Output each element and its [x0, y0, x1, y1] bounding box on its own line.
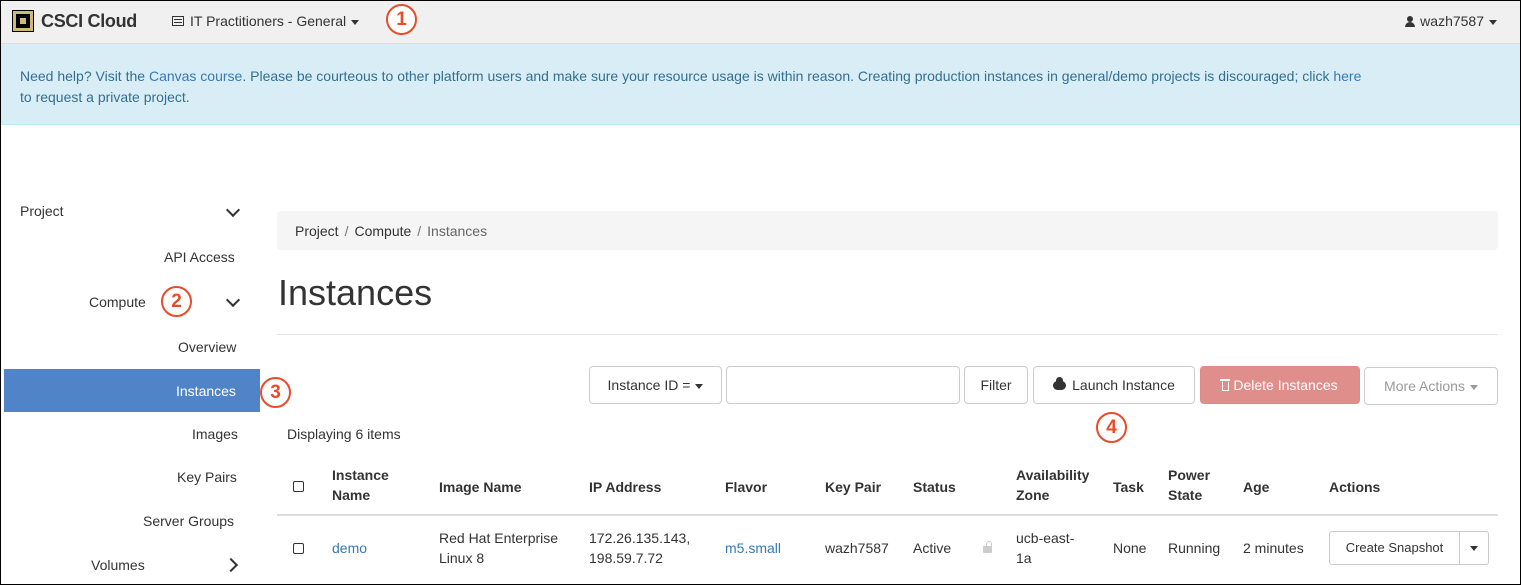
delete-instances-label: Delete Instances — [1233, 377, 1338, 393]
col-header-image-name[interactable]: Image Name — [439, 477, 521, 497]
cloud-upload-icon — [1053, 377, 1067, 390]
sidebar-item-images[interactable]: Images — [192, 426, 238, 442]
age-cell: 2 minutes — [1243, 540, 1304, 556]
col-header-flavor[interactable]: Flavor — [725, 477, 767, 497]
user-icon — [1405, 16, 1416, 27]
sidebar-item-volumes[interactable]: Volumes — [91, 557, 145, 573]
callout-3: 3 — [260, 377, 291, 408]
col-header-instance-name-line1: Instance — [332, 467, 389, 483]
project-selector-label: IT Practitioners - General — [190, 13, 347, 29]
task-cell: None — [1113, 540, 1147, 556]
callout-4: 4 — [1096, 412, 1127, 443]
private-project-link[interactable]: here — [1333, 68, 1361, 84]
col-header-power-state-line2: State — [1168, 487, 1203, 503]
col-header-task[interactable]: Task — [1113, 477, 1144, 497]
create-snapshot-button[interactable]: Create Snapshot — [1329, 531, 1460, 565]
trash-icon — [1220, 379, 1231, 391]
sidebar-item-api-access[interactable]: API Access — [164, 249, 235, 265]
caret-down-icon — [351, 19, 360, 25]
col-header-availability-zone-line2: Zone — [1016, 487, 1050, 503]
sidebar-item-overview[interactable]: Overview — [178, 339, 236, 355]
col-header-power-state-line1: Power — [1168, 467, 1211, 483]
table-header-divider — [277, 514, 1498, 516]
row-actions-dropdown[interactable] — [1459, 531, 1489, 565]
availability-zone-cell: ucb-east- 1a — [1016, 528, 1074, 568]
col-header-key-pair[interactable]: Key Pair — [825, 477, 881, 497]
launch-instance-label: Launch Instance — [1072, 377, 1175, 393]
ip-address-line1: 172.26.135.143, — [589, 530, 691, 546]
unlock-icon — [983, 541, 992, 553]
ip-address-line2: 198.59.7.72 — [589, 550, 663, 566]
breadcrumb-project[interactable]: Project — [295, 223, 339, 239]
col-header-status[interactable]: Status — [913, 477, 956, 497]
sidebar-item-instances[interactable]: Instances — [176, 383, 236, 399]
image-name-cell: Red Hat Enterprise Linux 8 — [439, 528, 558, 568]
filter-input[interactable] — [726, 366, 960, 404]
help-banner: Need help? Visit the Canvas course. Plea… — [0, 44, 1521, 125]
title-divider — [277, 334, 1498, 335]
chevron-right-icon[interactable] — [223, 557, 239, 573]
filter-field-label: Instance ID = — [607, 377, 691, 393]
power-state-cell: Running — [1168, 540, 1221, 556]
chevron-down-icon[interactable] — [225, 202, 241, 218]
instance-name-link[interactable]: demo — [332, 540, 367, 556]
launch-instance-button[interactable]: Launch Instance — [1033, 366, 1195, 404]
status-cell: Active — [913, 540, 952, 556]
sidebar-item-project[interactable]: Project — [20, 203, 64, 219]
banner-text-middle: . Please be courteous to other platform … — [242, 68, 1334, 84]
row-select-checkbox[interactable] — [293, 543, 304, 554]
ip-address-cell: 172.26.135.143, 198.59.7.72 — [589, 528, 690, 568]
col-header-instance-name[interactable]: Instance Name — [332, 465, 389, 505]
caret-down-icon — [695, 383, 704, 389]
cu-logo-icon — [12, 10, 34, 32]
chevron-down-icon[interactable] — [225, 292, 241, 308]
breadcrumb-compute[interactable]: Compute — [354, 223, 411, 239]
user-menu[interactable]: wazh7587 — [1405, 13, 1497, 29]
caret-down-icon — [1469, 384, 1478, 390]
col-header-ip-address[interactable]: IP Address — [589, 477, 661, 497]
col-header-availability-zone-line1: Availability — [1016, 467, 1090, 483]
caret-down-icon — [1470, 546, 1478, 552]
availability-zone-line1: ucb-east- — [1016, 530, 1075, 546]
brand-title[interactable]: CSCI Cloud — [41, 11, 137, 32]
sidebar-item-compute[interactable]: Compute — [89, 294, 146, 310]
callout-1: 1 — [386, 4, 417, 35]
delete-instances-button[interactable]: Delete Instances — [1200, 366, 1360, 404]
item-count: Displaying 6 items — [287, 426, 401, 442]
col-header-actions: Actions — [1329, 479, 1381, 495]
key-pair-cell: wazh7587 — [825, 540, 889, 556]
filter-button[interactable]: Filter — [964, 366, 1028, 404]
breadcrumb-instances: Instances — [427, 223, 488, 239]
top-navbar: CSCI Cloud IT Practitioners - General wa… — [0, 0, 1521, 44]
col-header-availability-zone[interactable]: Availability Zone — [1016, 465, 1089, 505]
callout-2: 2 — [161, 286, 192, 317]
banner-text-prefix: Need help? Visit the — [20, 68, 149, 84]
sidebar-item-key-pairs[interactable]: Key Pairs — [177, 469, 237, 485]
sidebar-item-server-groups[interactable]: Server Groups — [143, 513, 234, 529]
user-name: wazh7587 — [1420, 13, 1484, 29]
availability-zone-line2: 1a — [1016, 550, 1032, 566]
col-header-age[interactable]: Age — [1243, 477, 1269, 497]
canvas-course-link[interactable]: Canvas course — [149, 68, 242, 84]
breadcrumb: Project / Compute / Instances — [277, 211, 1498, 250]
filter-field-select[interactable]: Instance ID = — [589, 366, 722, 404]
caret-down-icon — [1489, 19, 1497, 25]
flavor-link[interactable]: m5.small — [725, 540, 781, 556]
banner-text-line2: to request a private project. — [20, 89, 190, 105]
project-list-icon — [172, 16, 184, 26]
more-actions-label: More Actions — [1384, 378, 1465, 394]
select-all-checkbox[interactable] — [293, 481, 304, 492]
col-header-instance-name-line2: Name — [332, 487, 371, 503]
image-name-line2: Linux 8 — [439, 550, 485, 566]
col-header-power-state[interactable]: Power State — [1168, 465, 1210, 505]
image-name-line1: Red Hat Enterprise — [439, 530, 559, 546]
project-selector[interactable]: IT Practitioners - General — [172, 13, 360, 29]
more-actions-button[interactable]: More Actions — [1364, 367, 1498, 405]
page-title: Instances — [278, 272, 433, 313]
